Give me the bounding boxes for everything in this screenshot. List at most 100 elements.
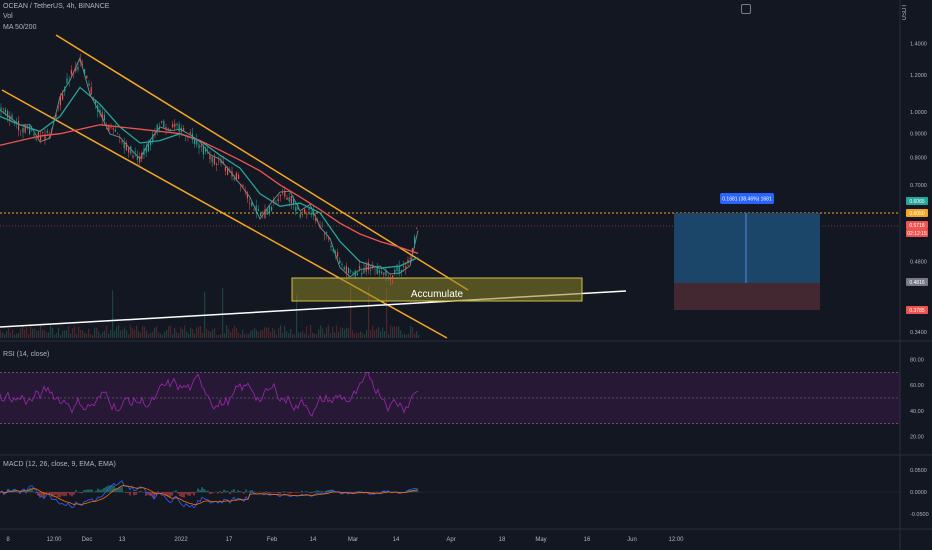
candle-body [216,163,218,165]
volume-bar [66,330,68,338]
macd-histogram-bar [127,492,129,493]
volume-bar [148,334,150,338]
time-tick: Dec [82,537,93,543]
volume-bar [20,328,22,338]
volume-bar [412,327,414,338]
candle-body [180,127,182,132]
macd-histogram-bar [89,489,91,493]
price-tick: 0.9000 [910,132,927,138]
macd-histogram-bar [15,491,17,493]
settings-icon[interactable] [741,4,751,14]
volume-bar [106,325,108,338]
volume-bar [116,327,118,338]
macd-histogram-bar [81,492,83,494]
volume-bar [196,327,198,338]
volume-bar [124,327,126,338]
macd-legend: MACD (12, 26, close, 9, EMA, EMA) [3,461,116,468]
macd-histogram-bar [287,492,289,493]
volume-bar [2,332,4,338]
candle-body [284,190,286,197]
macd-histogram-bar [209,492,211,495]
position-target-zone [674,213,820,283]
volume-bar [90,333,92,338]
candle-body [202,146,204,155]
price-tick: 0.8000 [910,156,927,162]
ma50-line [0,86,419,269]
volume-bar [4,334,6,338]
candle-body [389,278,391,280]
volume-bar [128,334,130,338]
macd-histogram-bar [83,490,85,493]
volume-bar [230,331,232,338]
time-tick: 12:00 [668,537,684,543]
time-tick: Feb [267,537,278,543]
candle-body [299,214,301,218]
candle-body [158,127,160,130]
volume-bar [292,334,294,338]
volume-bar [268,327,270,338]
candle-body [79,59,81,62]
chart-svg[interactable]: Accumulate 0.1681 (38.46%) 1681 80.00 60.… [0,0,932,550]
time-tick: 8 [6,537,10,543]
volume-bar [262,330,264,338]
macd-histogram-bar [267,492,269,493]
candle-body [165,126,167,129]
volume-bar [380,331,382,338]
volume-bar [352,330,354,338]
macd-histogram-bar [289,492,291,494]
price-tag-label: 0.6065 [909,199,925,205]
candle-body [86,75,88,79]
candle-body [312,210,314,216]
macd-histogram-bar [33,491,35,493]
macd-histogram-bar [135,492,137,495]
candle-body [227,167,229,175]
volume-bar [112,290,114,338]
candle-body [279,194,281,197]
volume-bar [278,327,280,338]
macd-histogram-bar [35,492,37,494]
candle-body [213,157,215,165]
macd-histogram-bar [313,491,315,493]
candle-body [139,157,141,163]
candle-body [147,144,149,152]
candle-body [249,203,251,204]
volume-bar [80,330,82,338]
candle-body [405,266,407,270]
candle-body [46,130,48,133]
candle-body [101,112,103,119]
candle-body [207,152,209,154]
macd-histogram-bar [239,491,241,493]
candle-body [218,160,220,162]
measure-label: 0.1681 (38.46%) 1681 [722,197,772,203]
ma200-line [0,124,419,255]
candle-body [220,159,222,164]
macd-histogram-bar [231,490,233,493]
volume-bar [68,326,70,338]
volume-bar [162,334,164,338]
volume-bar [316,334,318,338]
candle-body [167,128,169,131]
macd-histogram-bar [185,492,187,495]
macd-histogram-bar [69,492,71,496]
candle-body [57,106,59,108]
candle-body [11,115,13,120]
macd-histogram-bar [265,491,267,493]
candle-body [411,248,413,253]
ma-legend: MA 50/200 [3,24,37,31]
volume-bar [270,332,272,338]
volume-bar [260,330,262,338]
volume-bar [250,330,252,338]
volume-bar [328,325,330,338]
candle-body [385,270,387,276]
macd-tick: 0.0000 [910,490,927,496]
candle-body [352,272,354,274]
candle-body [416,228,418,229]
macd-histogram-bar [199,490,201,493]
volume-bar [192,328,194,338]
candle-body [381,271,383,274]
volume-bar [222,288,224,338]
time-tick: Apr [446,537,455,543]
volume-bar [62,330,64,338]
volume-bar [136,325,138,338]
macd-histogram-bar [97,488,99,493]
